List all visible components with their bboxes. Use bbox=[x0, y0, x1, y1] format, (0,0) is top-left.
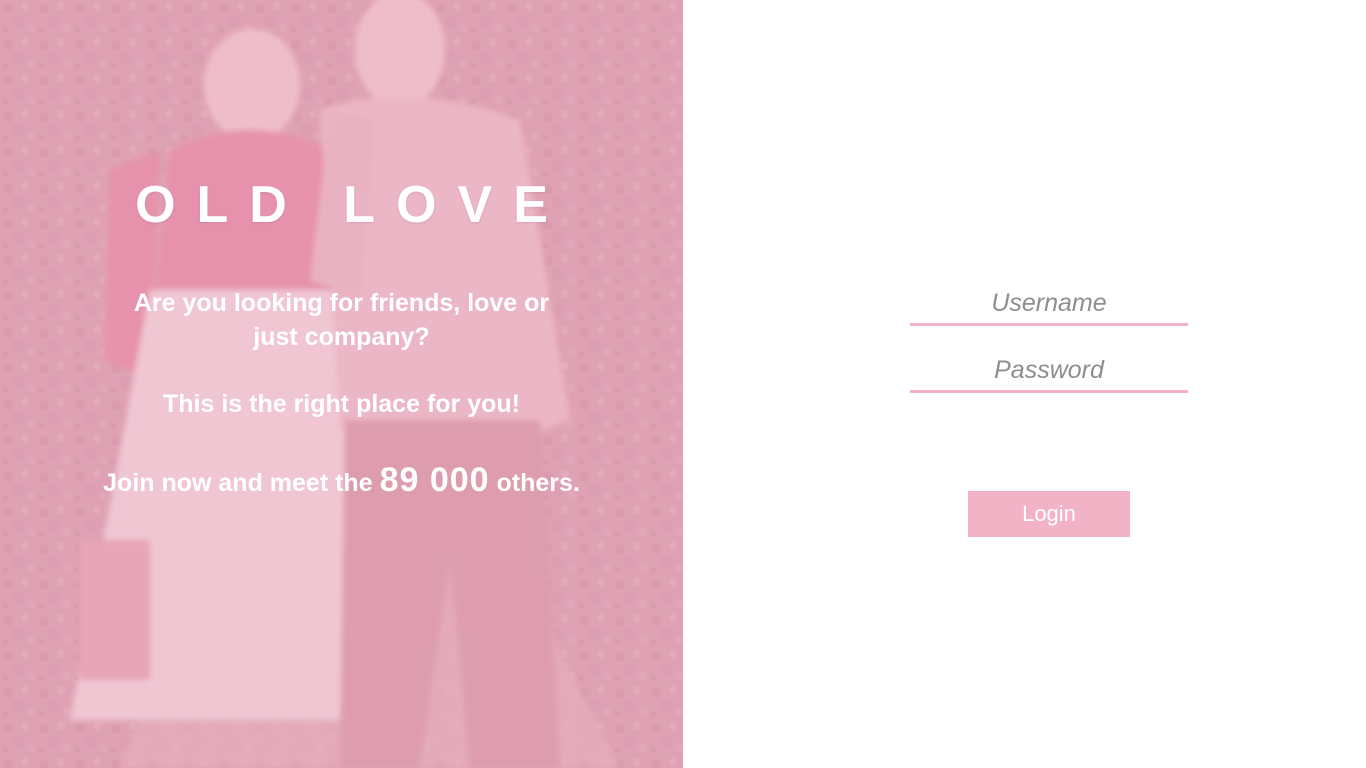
hero-text: OLD LOVE Are you looking for friends, lo… bbox=[0, 0, 683, 768]
hero-panel: OLD LOVE Are you looking for friends, lo… bbox=[0, 0, 683, 768]
login-panel: Login bbox=[683, 0, 1366, 768]
join-statement: Join now and meet the 89 000 others. bbox=[0, 458, 683, 505]
login-button[interactable]: Login bbox=[968, 491, 1130, 537]
brand-title: OLD LOVE bbox=[135, 176, 569, 234]
member-count: 89 000 bbox=[379, 461, 490, 499]
tagline-right-place: This is the right place for you! bbox=[163, 390, 520, 418]
login-page: OLD LOVE Are you looking for friends, lo… bbox=[0, 0, 1366, 768]
tagline-question: Are you looking for friends, love or jus… bbox=[133, 289, 550, 351]
join-suffix: others. bbox=[496, 469, 580, 497]
username-field[interactable] bbox=[910, 283, 1188, 326]
password-field[interactable] bbox=[910, 350, 1188, 393]
join-prefix: Join now and meet the bbox=[103, 469, 373, 497]
